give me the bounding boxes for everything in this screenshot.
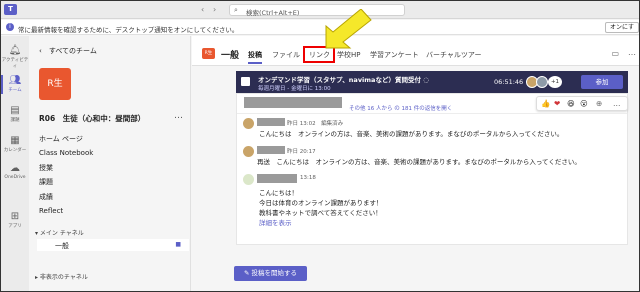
like-reaction-icon[interactable]: 👍 bbox=[541, 100, 550, 108]
channel-general[interactable]: 一般 ■ bbox=[37, 239, 189, 251]
hidden-channels-section[interactable]: ▸ 非表示のチャネル bbox=[35, 272, 88, 281]
team-more-options-button[interactable]: … bbox=[174, 111, 183, 121]
team-nav-assignments[interactable]: 課題 bbox=[39, 175, 93, 189]
reply-text: こんにちは！ bbox=[259, 189, 298, 197]
channel-tabs-bar: R生 一般 投稿 ファイル リンク 学校HP 学習アンケート バーチャルツアー … bbox=[192, 36, 639, 66]
more-actions-icon[interactable]: … bbox=[613, 100, 621, 108]
new-post-button[interactable]: ✎ 投稿を開始する bbox=[234, 266, 307, 281]
team-nav-reflect[interactable]: Reflect bbox=[39, 204, 93, 218]
team-avatar: R生 bbox=[39, 68, 71, 100]
tab-survey[interactable]: 学習アンケート bbox=[370, 50, 419, 60]
team-nav-classes[interactable]: 授業 bbox=[39, 161, 93, 175]
teams-window: T ‹ › ⌕ 検索(Ctrl+Alt+E) i 常に最新情報を確認するために、… bbox=[0, 0, 640, 292]
reply-text: 教科書やネットで調べて答えてください！ bbox=[259, 209, 382, 217]
team-nav-grades[interactable]: 成績 bbox=[39, 190, 93, 204]
more-options-button[interactable]: … bbox=[628, 48, 636, 57]
team-nav-class-notebook[interactable]: Class Notebook bbox=[39, 146, 93, 160]
rail-item-apps[interactable]: ⊞ アプリ bbox=[1, 208, 29, 234]
channel-title: 一般 bbox=[221, 51, 240, 61]
tab-school-hp[interactable]: 学校HP bbox=[337, 50, 361, 60]
rail-item-teams[interactable]: 👥︎ チーム bbox=[1, 72, 29, 98]
search-input[interactable]: ⌕ 検索(Ctrl+Alt+E) bbox=[229, 4, 405, 17]
camera-icon[interactable]: ▭ bbox=[611, 49, 619, 58]
chevron-left-icon: ‹ bbox=[39, 47, 49, 55]
reply-meta: 昨日 13:02 編集済み bbox=[287, 121, 344, 127]
participant-count: +1 bbox=[548, 76, 562, 88]
yellow-pointer-arrow-icon bbox=[325, 9, 372, 49]
channel-name: 一般 bbox=[55, 242, 69, 250]
meeting-icon bbox=[241, 77, 250, 86]
meeting-title: オンデマンド学習（スタサプ、navimaなど）質問受付 ◌ bbox=[258, 76, 429, 84]
tab-files[interactable]: ファイル bbox=[272, 50, 300, 60]
add-reaction-icon[interactable]: ⊕ bbox=[596, 100, 602, 108]
all-teams-back-link[interactable]: ‹ すべてのチーム bbox=[39, 46, 97, 56]
tab-virtual-tour[interactable]: バーチャルツアー bbox=[426, 50, 482, 60]
reply-text: 再送 こんにちは オンラインの方は、音楽、美術の課題があります。まなびのポータル… bbox=[257, 158, 581, 166]
laugh-reaction-icon[interactable]: 😆 bbox=[567, 100, 575, 108]
apps-icon: ⊞ bbox=[10, 211, 20, 222]
assignments-icon: ▤ bbox=[10, 105, 20, 116]
redacted-author bbox=[257, 174, 297, 183]
rail-item-assignments[interactable]: ▤ 課題 bbox=[1, 102, 29, 128]
team-nav-home[interactable]: ホーム ページ bbox=[39, 132, 93, 146]
reaction-bar: 👍 ❤ 😆 😮 ⊕ … bbox=[536, 96, 628, 111]
rail-item-calendar[interactable]: ▦ カレンダー bbox=[1, 132, 29, 158]
video-icon: ■ bbox=[175, 241, 181, 248]
join-meeting-button[interactable]: 参加 bbox=[581, 75, 623, 89]
banner-text: 常に最新情報を確認するために、デスクトップ通知をオンにしてください。 bbox=[18, 26, 239, 34]
reply-meta: 13:18 bbox=[300, 175, 316, 181]
team-nav-list: ホーム ページ Class Notebook 授業 課題 成績 Reflect bbox=[39, 132, 93, 218]
see-more-link[interactable]: 詳細を表示 bbox=[259, 217, 292, 227]
avatar bbox=[243, 118, 254, 129]
forward-nav-button[interactable]: › bbox=[213, 5, 216, 15]
redacted-author bbox=[244, 97, 342, 108]
reply-meta: 昨日 20:17 bbox=[287, 149, 316, 155]
reply-text: 今日は体育のオンライン課題があります！ bbox=[259, 199, 383, 207]
avatar bbox=[243, 174, 254, 185]
bell-icon: 🔔︎ bbox=[8, 45, 22, 56]
back-nav-button[interactable]: ‹ bbox=[201, 5, 204, 15]
heart-reaction-icon[interactable]: ❤ bbox=[554, 100, 560, 108]
team-sidebar: ‹ すべてのチーム R生 R06 生徒（心和中：昼間部） … ホーム ページ C… bbox=[29, 36, 191, 291]
meeting-schedule: 毎週月曜日 - 金曜日に 13:00 bbox=[258, 86, 331, 92]
channel-main: R生 一般 投稿 ファイル リンク 学校HP 学習アンケート バーチャルツアー … bbox=[192, 36, 639, 291]
meeting-elapsed-time: 06:51:46 bbox=[494, 78, 524, 86]
reply-text: こんにちは オンラインの方は、音楽、美術の課題があります。まなびのポータルから入… bbox=[259, 130, 564, 138]
info-icon: i bbox=[6, 23, 14, 31]
search-placeholder: 検索(Ctrl+Alt+E) bbox=[246, 9, 300, 17]
rail-item-onedrive[interactable]: ☁ OneDrive bbox=[1, 160, 29, 186]
expand-replies-link[interactable]: その他 16 人から の 181 件の返信を開く bbox=[349, 104, 452, 112]
enable-notifications-button[interactable]: オンにす bbox=[604, 22, 639, 33]
title-bar: T ‹ › ⌕ 検索(Ctrl+Alt+E) bbox=[1, 1, 639, 19]
rail-item-activity[interactable]: 🔔︎ アクティビティ bbox=[1, 42, 29, 69]
post-thread: その他 16 人から の 181 件の返信を開く 👍 ❤ 😆 😮 ⊕ … 昨日 … bbox=[236, 93, 628, 245]
team-name: R06 生徒（心和中：昼間部） bbox=[39, 114, 146, 123]
search-icon: ⌕ bbox=[234, 6, 238, 14]
avatar bbox=[243, 146, 254, 157]
redacted-author bbox=[257, 118, 285, 126]
teams-logo-icon: T bbox=[4, 4, 17, 15]
meeting-banner[interactable]: オンデマンド学習（スタサプ、navimaなど）質問受付 ◌ 毎週月曜日 - 金曜… bbox=[236, 71, 628, 93]
surprised-reaction-icon[interactable]: 😮 bbox=[580, 100, 588, 108]
calendar-icon: ▦ bbox=[10, 135, 20, 146]
compose-icon: ✎ bbox=[243, 269, 252, 277]
divider bbox=[237, 113, 627, 114]
app-rail: 🔔︎ アクティビティ 👥︎ チーム ▤ 課題 ▦ カレンダー ☁ OneDriv… bbox=[1, 36, 29, 291]
redacted-author bbox=[257, 146, 285, 154]
teams-icon: 👥︎ bbox=[8, 75, 22, 86]
main-channels-section[interactable]: ▾ メイン チャネル bbox=[35, 228, 84, 237]
channel-icon: R生 bbox=[202, 48, 215, 59]
participant-avatar bbox=[536, 76, 548, 88]
onedrive-icon: ☁ bbox=[10, 163, 20, 174]
tab-posts[interactable]: 投稿 bbox=[248, 50, 262, 64]
notification-banner: i 常に最新情報を確認するために、デスクトップ通知をオンにしてください。 オンに… bbox=[1, 20, 639, 35]
